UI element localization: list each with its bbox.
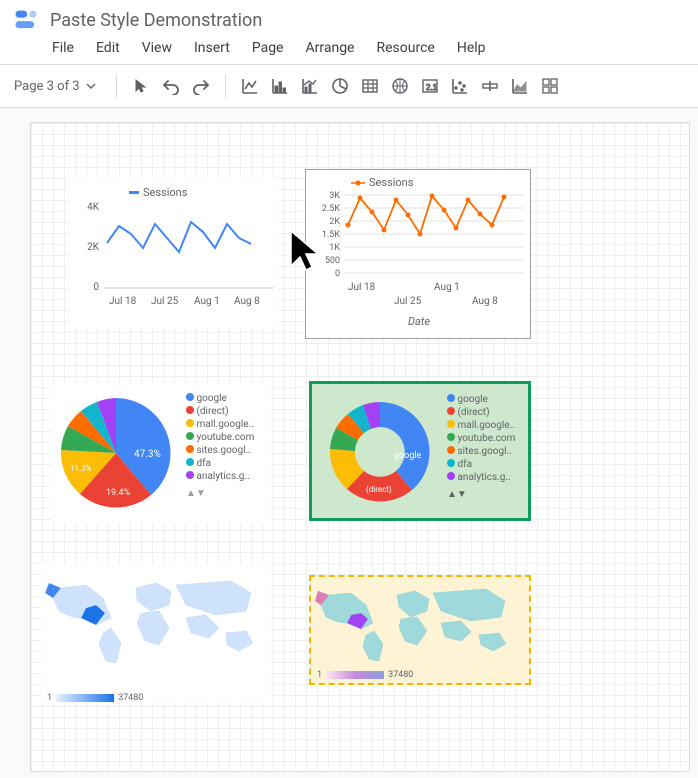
table-chart-icon[interactable] [358, 74, 382, 98]
geo-chart-icon[interactable] [388, 74, 412, 98]
document-title[interactable]: Paste Style Demonstration [50, 10, 262, 31]
menu-insert[interactable]: Insert [194, 40, 230, 56]
app-logo-icon [12, 6, 40, 34]
scale-min: 1 [47, 693, 52, 703]
menu-view[interactable]: View [142, 40, 172, 56]
svg-text:2.1: 2.1 [426, 83, 438, 92]
scale-gradient [56, 694, 114, 702]
svg-text:Jul 18: Jul 18 [109, 296, 137, 307]
pie-chart-icon[interactable] [328, 74, 352, 98]
pie-chart-svg: 47.3% 19.4% 11.3% [51, 388, 181, 518]
toolbar: Page 3 of 3 2.1 [0, 64, 698, 108]
svg-text:2K: 2K [329, 217, 340, 227]
svg-text:google: google [394, 451, 422, 461]
line-legend-swatch [129, 191, 139, 194]
donut-chart-svg: google (direct) [320, 392, 440, 512]
world-map-svg [311, 577, 533, 667]
page-selector-label: Page 3 of 3 [14, 79, 80, 94]
svg-text:Date: Date [408, 315, 430, 328]
bar-chart-icon[interactable] [268, 74, 292, 98]
svg-text:Aug 1: Aug 1 [194, 296, 220, 307]
svg-text:0: 0 [93, 282, 99, 293]
chevron-down-icon [86, 81, 96, 91]
menu-file[interactable]: File [52, 40, 74, 56]
scale-max: 37480 [388, 670, 413, 680]
menu-bar: File Edit View Insert Page Arrange Resou… [12, 34, 686, 64]
area-chart-icon[interactable] [508, 74, 532, 98]
legend-label: Sessions [369, 176, 413, 189]
line-chart-svg: 3K 2.5K 2K 1.5K 1K 500 0 Jul 18 Jul [306, 170, 532, 340]
pivot-table-icon[interactable] [538, 74, 562, 98]
menu-resource[interactable]: Resource [376, 40, 434, 56]
svg-text:11.3%: 11.3% [70, 464, 92, 473]
svg-text:Aug 8: Aug 8 [234, 296, 260, 307]
bullet-chart-icon[interactable] [478, 74, 502, 98]
source-donut-chart-right[interactable]: google (direct) google (direct) mall.goo… [309, 381, 531, 521]
scale-max: 37480 [118, 693, 143, 703]
svg-text:Jul 25: Jul 25 [151, 296, 179, 307]
scale-gradient [326, 671, 384, 679]
svg-text:Jul 18: Jul 18 [348, 282, 376, 293]
svg-text:(direct): (direct) [366, 485, 392, 494]
source-pie-chart-left[interactable]: 47.3% 19.4% 11.3% google (direct) mall.g… [51, 383, 271, 523]
sessions-line-chart-right[interactable]: Sessions 3K 2.5K 2K 1.5K 1K 500 0 [305, 169, 531, 339]
redo-icon[interactable] [189, 74, 213, 98]
geo-map-right[interactable]: 1 37480 [309, 575, 531, 685]
scale-min: 1 [317, 670, 322, 680]
legend-label: Sessions [143, 186, 187, 199]
selection-tool-icon[interactable] [129, 74, 153, 98]
svg-text:500: 500 [325, 256, 340, 266]
undo-icon[interactable] [159, 74, 183, 98]
svg-text:2.5K: 2.5K [322, 204, 340, 214]
svg-text:0: 0 [335, 269, 340, 279]
svg-text:Aug 8: Aug 8 [472, 296, 498, 307]
combo-chart-icon[interactable] [298, 74, 322, 98]
world-map-svg [41, 563, 271, 673]
menu-arrange[interactable]: Arrange [306, 40, 355, 56]
report-canvas[interactable]: Sessions 4K 2K 0 Jul 18 Jul 25 Aug 1 Aug… [30, 122, 690, 772]
menu-edit[interactable]: Edit [96, 40, 120, 56]
svg-text:2K: 2K [87, 242, 100, 253]
svg-text:1.5K: 1.5K [322, 230, 340, 240]
menu-help[interactable]: Help [457, 40, 486, 56]
menu-page[interactable]: Page [252, 40, 284, 56]
svg-text:Aug 1: Aug 1 [434, 282, 460, 293]
scatter-chart-icon[interactable] [448, 74, 472, 98]
svg-text:1K: 1K [329, 243, 340, 253]
geo-map-left[interactable]: 1 37480 [41, 563, 271, 703]
page-selector[interactable]: Page 3 of 3 [14, 79, 104, 94]
svg-text:3K: 3K [329, 191, 340, 201]
svg-text:19.4%: 19.4% [106, 488, 131, 498]
line-chart-icon[interactable] [238, 74, 262, 98]
line-legend-swatch [351, 179, 365, 187]
svg-text:4K: 4K [87, 202, 100, 213]
sessions-line-chart-left[interactable]: Sessions 4K 2K 0 Jul 18 Jul 25 Aug 1 Aug… [69, 178, 279, 328]
scorecard-icon[interactable]: 2.1 [418, 74, 442, 98]
svg-text:Jul 25: Jul 25 [394, 296, 422, 307]
svg-text:47.3%: 47.3% [134, 449, 161, 460]
line-chart-svg: 4K 2K 0 Jul 18 Jul 25 Aug 1 Aug 8 [69, 178, 279, 328]
